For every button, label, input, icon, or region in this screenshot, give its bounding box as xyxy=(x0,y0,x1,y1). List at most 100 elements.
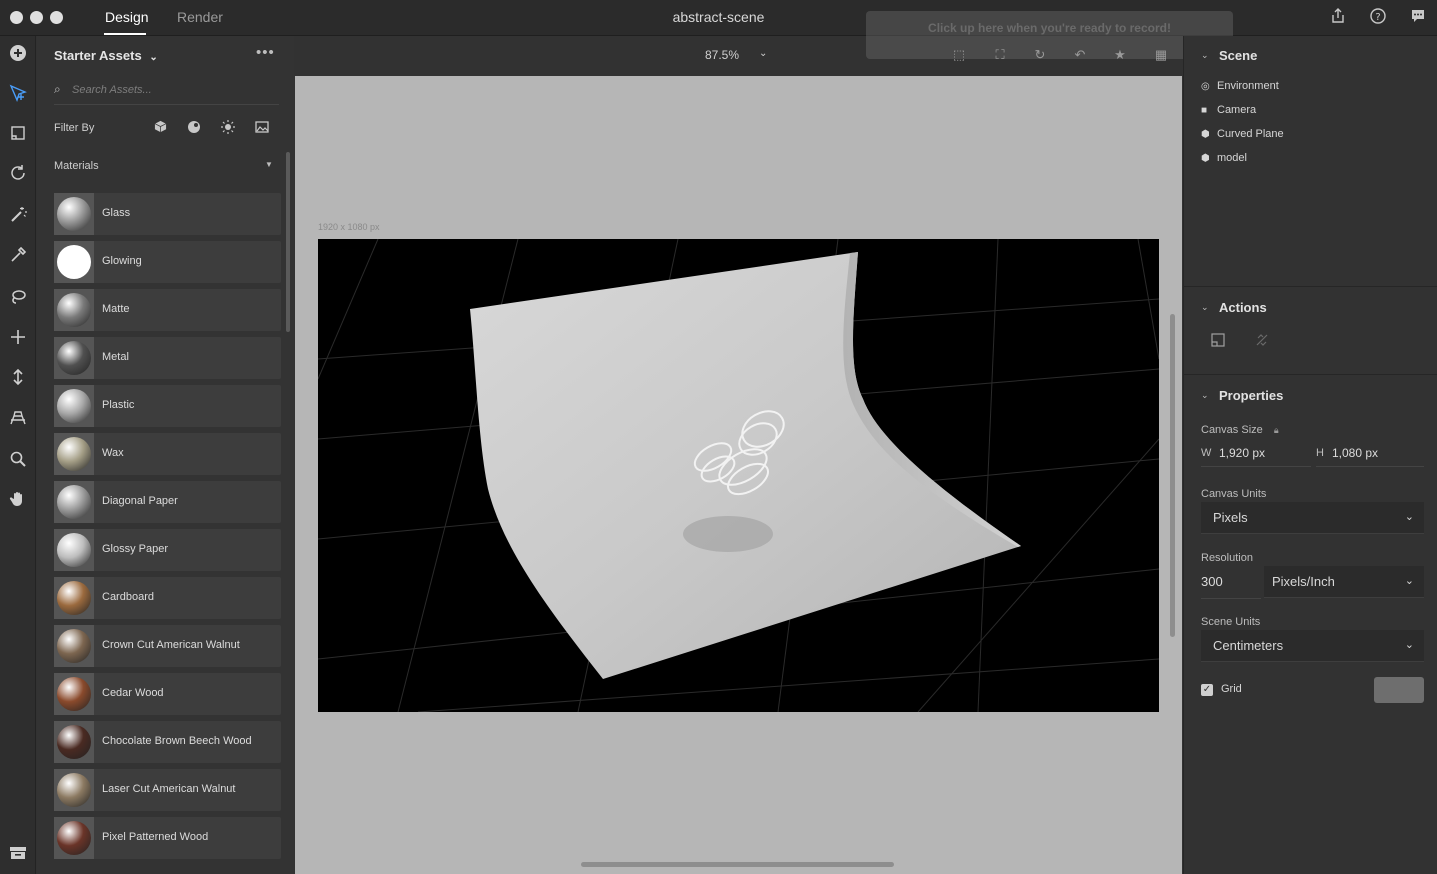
material-item[interactable]: Glass xyxy=(54,193,281,235)
material-item[interactable]: Cardboard xyxy=(54,577,281,619)
material-thumbnail xyxy=(54,193,94,235)
vertical-scrollbar[interactable] xyxy=(1170,314,1175,637)
material-item[interactable]: Chocolate Brown Beech Wood xyxy=(54,721,281,763)
chevron-down-icon[interactable]: ⌄ xyxy=(759,48,767,59)
material-label: Pixel Patterned Wood xyxy=(102,831,209,843)
material-item[interactable]: Glowing xyxy=(54,241,281,283)
canvas-units-select[interactable]: Pixels ⌄ xyxy=(1201,502,1424,534)
add-icon[interactable] xyxy=(6,44,30,68)
material-label: Matte xyxy=(102,303,130,315)
material-item[interactable]: Diagonal Paper xyxy=(54,481,281,523)
material-thumbnail xyxy=(54,577,94,619)
material-preview-sphere xyxy=(57,773,91,807)
material-thumbnail xyxy=(54,529,94,571)
bookmark-camera-icon[interactable]: ★ xyxy=(1111,46,1129,64)
material-item[interactable]: Plastic xyxy=(54,385,281,427)
grid-color-swatch[interactable] xyxy=(1374,677,1424,703)
material-preview-sphere xyxy=(57,533,91,567)
material-preview-sphere xyxy=(57,581,91,615)
material-thumbnail xyxy=(54,817,94,859)
hand-icon[interactable] xyxy=(6,490,30,514)
record-prompt-overlay[interactable]: Click up here when you're ready to recor… xyxy=(866,11,1233,59)
scene-item-environment[interactable]: ◎ Environment xyxy=(1201,80,1279,92)
material-thumbnail xyxy=(54,481,94,523)
scene-item-curved-plane[interactable]: ⬢ Curved Plane xyxy=(1201,128,1284,140)
scene-section-title: Scene xyxy=(1219,48,1258,63)
material-item[interactable]: Pixel Patterned Wood xyxy=(54,817,281,859)
material-thumbnail xyxy=(54,289,94,331)
material-item[interactable]: Crown Cut American Walnut xyxy=(54,625,281,667)
actions-section-title: Actions xyxy=(1219,300,1267,315)
properties-panel: ⌄ Scene ◎ Environment ■ Camera ⬢ Curved Pla… xyxy=(1183,36,1437,874)
assets-panel: Starter Assets ⌄ ••• ⌕ Filter By Materia… xyxy=(37,36,294,874)
properties-section-title: Properties xyxy=(1219,388,1284,403)
material-item[interactable]: Matte xyxy=(54,289,281,331)
frame-icon[interactable]: ⬚ xyxy=(950,46,968,64)
material-label: Cardboard xyxy=(102,591,154,603)
share-icon[interactable] xyxy=(1328,8,1348,28)
select-icon[interactable] xyxy=(6,84,30,108)
resolution-label: Resolution xyxy=(1201,552,1253,564)
move-icon[interactable] xyxy=(6,328,30,352)
actions-collapse-icon[interactable]: ⌄ xyxy=(1201,302,1209,313)
zoom-level[interactable]: 87.5% xyxy=(705,48,739,62)
tab-render[interactable]: Render xyxy=(177,9,223,25)
tool-bar xyxy=(0,36,36,874)
orbit-icon[interactable]: ↻ xyxy=(1031,46,1049,64)
grid-label: Grid xyxy=(1221,683,1242,695)
scene-collapse-icon[interactable]: ⌄ xyxy=(1201,50,1209,61)
lasso-icon[interactable] xyxy=(6,288,30,312)
horizontal-scrollbar[interactable] xyxy=(581,862,894,867)
canvas-size-label: Canvas Size 🔒︎ xyxy=(1201,424,1279,436)
resolution-units-select[interactable]: Pixels/Inch ⌄ xyxy=(1264,566,1424,598)
tab-design[interactable]: Design xyxy=(105,9,149,25)
material-thumbnail xyxy=(54,721,94,763)
resolution-field[interactable]: 300 xyxy=(1201,574,1223,589)
link-action-icon[interactable] xyxy=(1252,332,1272,352)
canvas-units-label: Canvas Units xyxy=(1201,488,1267,500)
frame-action-icon[interactable] xyxy=(1208,332,1228,352)
lock-icon[interactable]: 🔒︎ xyxy=(1274,425,1279,435)
divider xyxy=(1184,286,1437,287)
window-close-button[interactable] xyxy=(10,11,23,24)
scene-units-select[interactable]: Centimeters ⌄ xyxy=(1201,630,1424,662)
properties-collapse-icon[interactable]: ⌄ xyxy=(1201,390,1209,401)
feedback-icon[interactable] xyxy=(1408,8,1428,28)
window-maximize-button[interactable] xyxy=(50,11,63,24)
fit-camera-icon[interactable]: ⛶ xyxy=(991,46,1009,64)
material-label: Laser Cut American Walnut xyxy=(102,783,236,795)
scene-item-camera[interactable]: ■ Camera xyxy=(1201,104,1256,116)
undo-camera-icon[interactable]: ↶ xyxy=(1071,46,1089,64)
magic-wand-icon[interactable] xyxy=(6,206,30,230)
help-icon[interactable]: ? xyxy=(1368,8,1388,28)
material-preview-sphere xyxy=(57,341,91,375)
height-field[interactable]: 1,080 px xyxy=(1332,446,1378,460)
material-item[interactable]: Glossy Paper xyxy=(54,529,281,571)
material-thumbnail xyxy=(54,337,94,379)
eyedropper-icon[interactable] xyxy=(6,246,30,270)
archive-icon[interactable] xyxy=(7,846,29,864)
viewport[interactable]: 1920 x 1080 px xyxy=(295,76,1182,874)
model-shadow xyxy=(683,516,773,552)
scene-render xyxy=(318,239,1159,712)
zoom-icon[interactable] xyxy=(6,450,30,474)
material-item[interactable]: Cedar Wood xyxy=(54,673,281,715)
window-minimize-button[interactable] xyxy=(30,11,43,24)
transform-icon[interactable] xyxy=(6,124,30,148)
orbit-camera-icon[interactable] xyxy=(6,408,30,432)
material-thumbnail xyxy=(54,385,94,427)
material-label: Plastic xyxy=(102,399,135,411)
material-preview-sphere xyxy=(57,389,91,423)
material-item[interactable]: Wax xyxy=(54,433,281,475)
vertical-move-icon[interactable] xyxy=(6,368,30,392)
canvas-units-value: Pixels xyxy=(1213,510,1248,525)
render-preview-icon[interactable]: ▦ xyxy=(1152,46,1170,64)
width-field[interactable]: 1,920 px xyxy=(1219,446,1265,460)
material-item[interactable]: Laser Cut American Walnut xyxy=(54,769,281,811)
grid-checkbox[interactable]: ✓ xyxy=(1201,684,1213,696)
scene-item-model[interactable]: ⬢ model xyxy=(1201,152,1247,164)
rotate-icon[interactable] xyxy=(6,164,30,188)
material-item[interactable]: Metal xyxy=(54,337,281,379)
material-preview-sphere xyxy=(57,245,91,279)
render-canvas[interactable] xyxy=(318,239,1159,712)
